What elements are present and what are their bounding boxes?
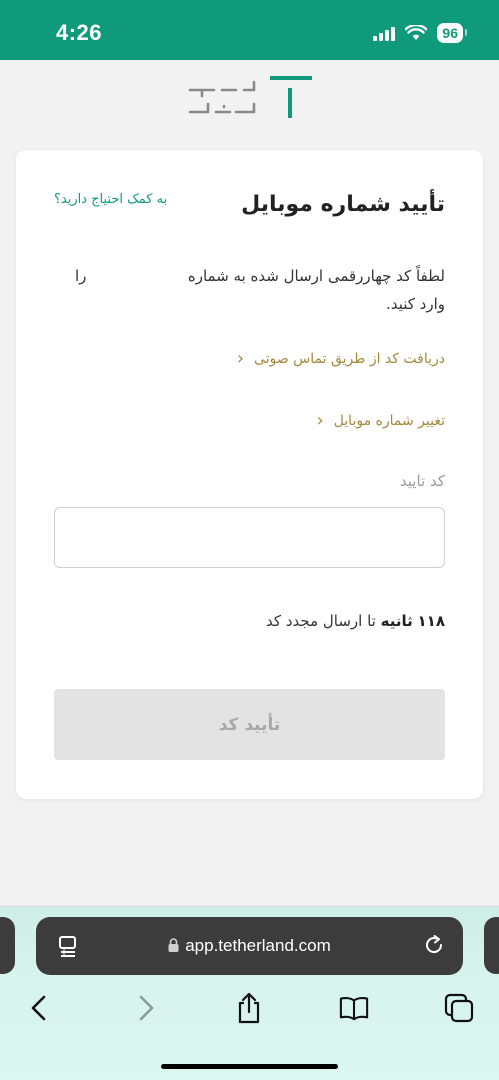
- url-text: app.tetherland.com: [185, 936, 331, 955]
- share-button[interactable]: [234, 992, 264, 1024]
- chevron-left-icon: ‹: [316, 410, 324, 431]
- reload-icon[interactable]: [423, 934, 445, 956]
- change-number-link[interactable]: تغییر شماره موبایل ‹: [316, 412, 445, 430]
- confirm-code-button[interactable]: تأیید کد: [54, 689, 445, 760]
- description-ra: را: [75, 267, 87, 285]
- battery-indicator: 96: [437, 23, 467, 43]
- status-bar: 4:26 96: [0, 0, 499, 60]
- browser-chrome: app.tetherland.com: [0, 907, 499, 1080]
- lock-icon: [168, 938, 179, 952]
- status-icons: 96: [373, 22, 467, 44]
- chevron-right-icon: [139, 995, 154, 1021]
- voice-call-label: دریافت کد از طریق تماس صوتی: [254, 351, 445, 367]
- wifi-icon: [405, 25, 428, 40]
- tetherland-logo: [188, 76, 312, 118]
- chevron-left-icon: [31, 995, 46, 1021]
- voice-call-link[interactable]: دریافت کد از طریق تماس صوتی ‹: [237, 350, 445, 368]
- description-line-2: وارد کنید.: [386, 295, 445, 313]
- code-input[interactable]: [54, 507, 445, 568]
- cellular-signal-icon: [373, 25, 396, 41]
- page-title: تأیید شماره موبایل: [241, 192, 445, 217]
- verification-card: تأیید شماره موبایل به کمک احتیاج دارید؟ …: [16, 150, 483, 799]
- change-number-label: تغییر شماره موبایل: [333, 413, 445, 429]
- address-bar[interactable]: app.tetherland.com: [36, 917, 463, 975]
- forward-button[interactable]: [131, 993, 161, 1023]
- share-icon: [238, 992, 260, 1024]
- book-icon: [339, 997, 369, 1021]
- description: لطفاً کد چهاررقمی ارسال شده به شماره را …: [53, 262, 445, 318]
- tabs-button[interactable]: [444, 993, 474, 1023]
- bookmarks-button[interactable]: [339, 993, 369, 1023]
- timer-suffix: تا ارسال مجدد کد: [266, 612, 376, 630]
- url-display[interactable]: app.tetherland.com: [36, 936, 463, 956]
- help-link[interactable]: به کمک احتیاج دارید؟: [54, 192, 167, 207]
- timer-unit: ثانیه: [380, 612, 413, 630]
- next-tab-edge[interactable]: [484, 917, 499, 974]
- resend-timer: ۱۱۸ ثانیه تا ارسال مجدد کد: [266, 612, 445, 630]
- back-button[interactable]: [24, 993, 54, 1023]
- timer-value: ۱۱۸: [417, 612, 445, 630]
- status-time: 4:26: [56, 20, 103, 45]
- code-label: کد تایید: [399, 472, 445, 490]
- previous-tab-edge[interactable]: [0, 917, 15, 974]
- home-indicator: [161, 1064, 338, 1069]
- description-line-1: لطفاً کد چهاررقمی ارسال شده به شماره: [187, 267, 445, 285]
- chevron-left-icon: ‹: [236, 348, 245, 369]
- tabs-icon: [444, 993, 474, 1023]
